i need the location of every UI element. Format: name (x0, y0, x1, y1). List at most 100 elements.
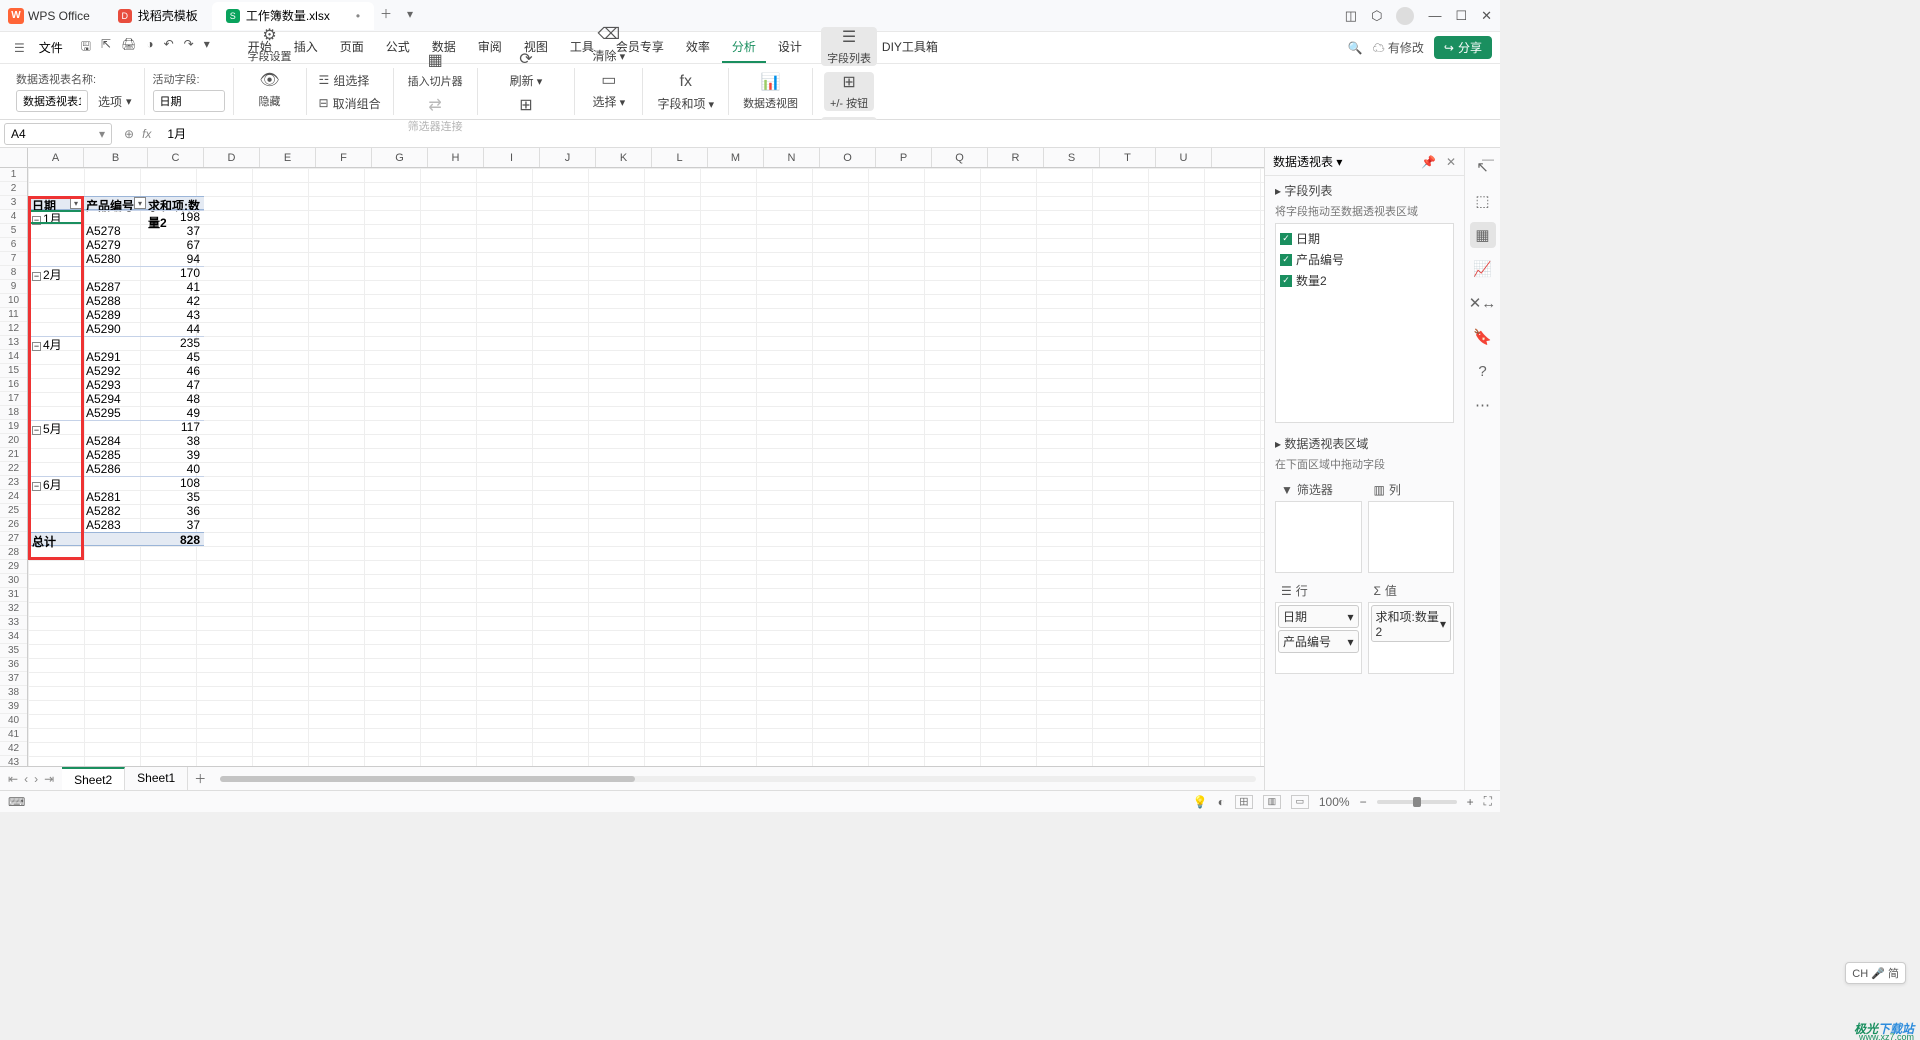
pivot-name-input[interactable] (16, 90, 88, 112)
col-header-A[interactable]: A (28, 148, 84, 167)
h-scrollbar[interactable] (220, 774, 1256, 784)
select-button[interactable]: ▭选择 ▾ (587, 70, 632, 110)
pm-buttons-toggle[interactable]: ⊞+/- 按钮 (824, 72, 874, 111)
field-list-toggle[interactable]: ☰字段列表 (821, 27, 877, 66)
row-item-产品编号[interactable]: 产品编号▾ (1278, 630, 1359, 653)
row-header-21[interactable]: 21 (0, 448, 27, 462)
sheet-prev[interactable]: ‹ (24, 772, 28, 786)
row-header-13[interactable]: 13 (0, 336, 27, 350)
col-header-N[interactable]: N (764, 148, 820, 167)
col-header-D[interactable]: D (204, 148, 260, 167)
fx-icon[interactable]: fx (142, 127, 151, 141)
value-area[interactable]: 求和项:数量2▾ (1368, 602, 1455, 674)
column-area[interactable] (1368, 501, 1455, 573)
row-header-33[interactable]: 33 (0, 616, 27, 630)
formula-input[interactable]: 1月 (159, 125, 1500, 142)
view-normal[interactable]: 田 (1235, 795, 1253, 809)
new-tab-button[interactable]: ＋ (374, 2, 398, 26)
col-header-F[interactable]: F (316, 148, 372, 167)
row-header-22[interactable]: 22 (0, 462, 27, 476)
hint-icon[interactable]: 💡 (1193, 795, 1208, 809)
row-header-26[interactable]: 26 (0, 518, 27, 532)
filter-date[interactable]: ▾ (70, 197, 82, 209)
col-header-M[interactable]: M (708, 148, 764, 167)
fullscreen-icon[interactable]: ⛶ (1484, 794, 1492, 809)
sheet-last[interactable]: ⇥ (44, 772, 54, 786)
col-header-E[interactable]: E (260, 148, 316, 167)
tab-menu-dropdown[interactable]: ▾ (398, 2, 422, 26)
hide-button[interactable]: 👁隐藏 (253, 70, 287, 109)
menu-tab-设计[interactable]: 设计 (768, 32, 812, 63)
ime-indicator[interactable]: CH 🎤 简 (1845, 962, 1906, 984)
data-row-18[interactable]: A529549 (28, 406, 204, 420)
pin-icon[interactable]: 📌 (1421, 155, 1436, 169)
filter-area[interactable] (1275, 501, 1362, 573)
share-button[interactable]: ↪ 分享 (1434, 36, 1492, 59)
qat-dropdown-icon[interactable]: ▾ (204, 37, 210, 58)
col-header-U[interactable]: U (1156, 148, 1212, 167)
col-header-L[interactable]: L (652, 148, 708, 167)
data-row-20[interactable]: A528438 (28, 434, 204, 448)
row-header-31[interactable]: 31 (0, 588, 27, 602)
data-row-8[interactable]: −2月170 (28, 266, 204, 280)
row-header-16[interactable]: 16 (0, 378, 27, 392)
zoom-out[interactable]: − (1360, 795, 1367, 809)
pivot-chart-button[interactable]: 📊数据透视图 (737, 72, 804, 111)
row-header-38[interactable]: 38 (0, 686, 27, 700)
pivot-total-row[interactable]: 总计828 (28, 532, 204, 546)
field-产品编号[interactable]: ✓产品编号 (1280, 249, 1449, 270)
field-settings-button[interactable]: ⚙字段设置 (242, 25, 298, 64)
col-header-K[interactable]: K (596, 148, 652, 167)
row-header-42[interactable]: 42 (0, 742, 27, 756)
val-item[interactable]: 求和项:数量2▾ (1371, 605, 1452, 642)
help-tool-icon[interactable]: ? (1470, 358, 1496, 384)
data-row-9[interactable]: A528741 (28, 280, 204, 294)
data-row-5[interactable]: A527837 (28, 224, 204, 238)
sheet-first[interactable]: ⇤ (8, 772, 18, 786)
row-header-23[interactable]: 23 (0, 476, 27, 490)
select-all-corner[interactable] (0, 148, 28, 167)
row-header-30[interactable]: 30 (0, 574, 27, 588)
menu-tab-页面[interactable]: 页面 (330, 32, 374, 63)
search-icon[interactable]: 🔍 (1348, 41, 1363, 55)
hamburger-menu[interactable]: ☰ (8, 41, 31, 55)
col-header-Q[interactable]: Q (932, 148, 988, 167)
data-row-15[interactable]: A529246 (28, 364, 204, 378)
data-row-13[interactable]: −4月235 (28, 336, 204, 350)
clear-button[interactable]: ⌫清除 ▾ (587, 24, 632, 64)
name-box[interactable]: A4▾ (4, 123, 112, 145)
chart-tool-icon[interactable]: 📈 (1470, 256, 1496, 282)
adjust-tool-icon[interactable]: ✕↔ (1470, 290, 1496, 316)
minimize-button[interactable]: — (1428, 8, 1441, 23)
sheet-next[interactable]: › (34, 772, 38, 786)
pivot-tool-icon[interactable]: ▦ (1470, 222, 1496, 248)
row-header-28[interactable]: 28 (0, 546, 27, 560)
col-header-J[interactable]: J (540, 148, 596, 167)
style-tool-icon[interactable]: ⬚ (1470, 188, 1496, 214)
col-header-H[interactable]: H (428, 148, 484, 167)
row-header-39[interactable]: 39 (0, 700, 27, 714)
preview-icon[interactable]: ◑ (146, 37, 153, 58)
zoom-slider[interactable] (1377, 800, 1457, 804)
col-header-T[interactable]: T (1100, 148, 1156, 167)
row-header-29[interactable]: 29 (0, 560, 27, 574)
row-item-日期[interactable]: 日期▾ (1278, 605, 1359, 628)
col-header-S[interactable]: S (1044, 148, 1100, 167)
row-header-24[interactable]: 24 (0, 490, 27, 504)
data-row-7[interactable]: A528094 (28, 252, 204, 266)
col-header-R[interactable]: R (988, 148, 1044, 167)
status-mode-icon[interactable]: ⌨ (8, 795, 25, 809)
cube-icon[interactable]: ⬡ (1371, 8, 1382, 24)
row-header-25[interactable]: 25 (0, 504, 27, 518)
insert-slicer-button[interactable]: ▦插入切片器 (402, 50, 469, 89)
col-header-P[interactable]: P (876, 148, 932, 167)
sheet-tab-Sheet1[interactable]: Sheet1 (125, 767, 188, 791)
row-header-4[interactable]: 4 (0, 210, 27, 224)
display-mode-icon[interactable]: ◐ (1218, 795, 1225, 809)
row-header-3[interactable]: 3 (0, 196, 27, 210)
print-icon[interactable]: 🖨 (121, 37, 136, 58)
refresh-button[interactable]: ⟳刷新 ▾ (504, 49, 549, 89)
data-row-11[interactable]: A528943 (28, 308, 204, 322)
file-tab-template[interactable]: D找稻壳模板 (104, 2, 212, 30)
filter-product[interactable]: ▾ (134, 197, 146, 209)
